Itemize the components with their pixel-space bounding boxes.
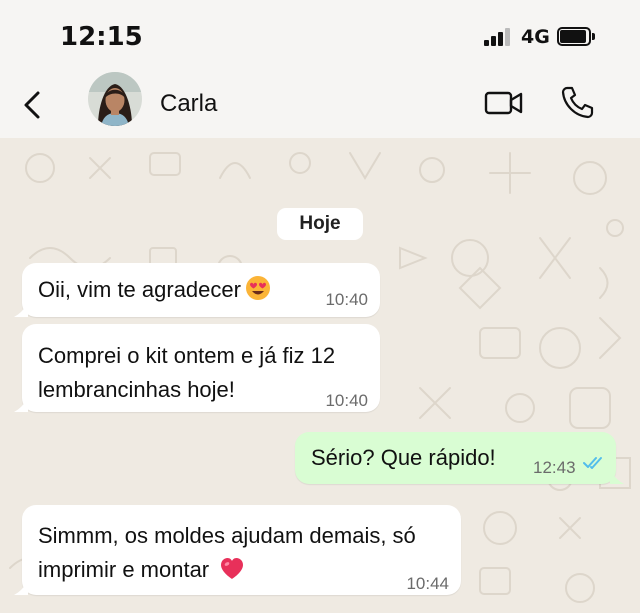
status-time: 12:15 (60, 22, 143, 52)
message-time: 10:44 (406, 574, 449, 593)
incoming-message[interactable]: Oii, vim te agradecer 10:40 (14, 263, 380, 317)
chat-header: Carla (0, 68, 640, 138)
network-type: 4G (521, 26, 550, 48)
message-line: lembrancinhas hoje! (38, 377, 235, 402)
heart-emoji-icon (221, 558, 244, 579)
message-line: imprimir e montar (38, 557, 210, 582)
avatar[interactable] (88, 72, 142, 126)
bubble-tail (14, 581, 28, 595)
contact-name[interactable]: Carla (160, 90, 217, 118)
message-text: imprimir e montar (38, 553, 245, 587)
message-line: Comprei o kit ontem e já fiz 12 (38, 343, 336, 368)
outgoing-message[interactable]: Sério? Que rápido! 12:43 (295, 432, 624, 484)
back-arrow-icon[interactable] (20, 90, 46, 120)
phone-call-icon[interactable] (560, 84, 594, 120)
contact-photo (88, 72, 142, 126)
bubble-tail (14, 398, 28, 412)
chat-area[interactable]: Hoje Oii, vim te agradecer 10:40 Comprei… (0, 138, 640, 613)
signal-strength-icon (484, 28, 514, 46)
message-line: Oii, vim te agradecer (38, 277, 241, 302)
heart-eyes-emoji-icon (245, 276, 270, 300)
battery-icon (557, 27, 595, 46)
incoming-message[interactable]: Comprei o kit ontem e já fiz 12 lembranc… (14, 324, 380, 412)
bubble-tail (14, 303, 28, 317)
status-bar: 12:15 4G (0, 0, 640, 68)
message-time: 12:43 (533, 458, 576, 477)
message-time: 10:40 (325, 391, 368, 410)
message-text: Oii, vim te agradecer (38, 273, 271, 307)
read-ticks-icon (583, 457, 602, 469)
date-separator: Hoje (277, 208, 363, 240)
incoming-message[interactable]: Simmm, os moldes ajudam demais, só impri… (14, 505, 461, 595)
message-time: 10:40 (325, 290, 368, 309)
message-line: Sério? Que rápido! (311, 445, 496, 470)
bubble-tail (610, 470, 624, 484)
video-call-icon[interactable] (484, 88, 524, 118)
message-line: Simmm, os moldes ajudam demais, só (38, 523, 416, 548)
